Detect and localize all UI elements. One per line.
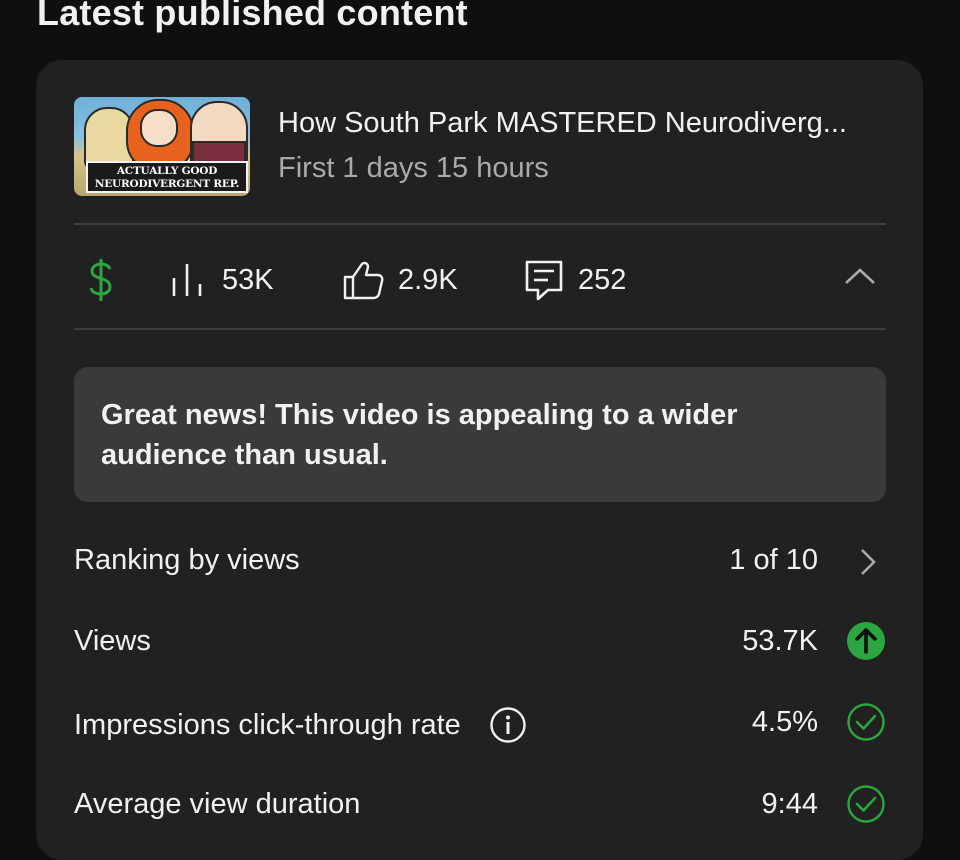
video-row[interactable]: ACTUALLY GOOD NEURODIVERGENT REP. How So… <box>74 97 886 197</box>
metric-value: 53.7K <box>742 625 818 657</box>
arrow-up-circle-icon <box>847 622 885 660</box>
info-icon[interactable] <box>489 706 527 744</box>
likes-stat[interactable]: 2.9K <box>342 250 458 310</box>
bar-chart-icon <box>172 264 202 296</box>
thumbnail-character-face <box>140 109 178 147</box>
section-title: Latest published content <box>37 0 468 33</box>
chevron-up-icon[interactable] <box>844 266 876 286</box>
divider <box>74 328 886 330</box>
divider <box>74 223 886 225</box>
check-circle-icon <box>847 703 885 741</box>
metric-value: 9:44 <box>761 788 818 820</box>
comments-count: 252 <box>578 263 627 296</box>
thumbnail-caption: ACTUALLY GOOD NEURODIVERGENT REP. <box>86 161 248 193</box>
metric-label: Ranking by views <box>74 544 300 576</box>
chevron-right-icon[interactable] <box>858 546 878 578</box>
metric-row-views[interactable]: Views 53.7K <box>74 619 886 669</box>
metric-row-avg-duration[interactable]: Average view duration 9:44 <box>74 782 886 832</box>
video-subtitle: First 1 days 15 hours <box>278 152 549 184</box>
metric-label: Views <box>74 625 151 657</box>
latest-content-card[interactable]: ACTUALLY GOOD NEURODIVERGENT REP. How So… <box>36 60 923 860</box>
stats-row: 53K 2.9K 252 <box>74 250 886 310</box>
metric-label-text: Impressions click-through rate <box>74 708 461 741</box>
dollar-icon <box>89 259 112 301</box>
metric-row-ranking[interactable]: Ranking by views 1 of 10 <box>74 538 886 588</box>
metric-label: Average view duration <box>74 788 361 820</box>
metric-value: 1 of 10 <box>729 544 818 576</box>
comments-stat[interactable]: 252 <box>524 250 626 310</box>
video-thumbnail[interactable]: ACTUALLY GOOD NEURODIVERGENT REP. <box>74 97 250 196</box>
thumbnail-caption-line: NEURODIVERGENT REP. <box>94 178 240 190</box>
views-count: 53K <box>222 263 274 296</box>
views-stat[interactable]: 53K <box>170 250 274 310</box>
check-circle-icon <box>847 785 885 823</box>
monetization-stat[interactable] <box>86 250 116 310</box>
insight-banner: Great news! This video is appealing to a… <box>74 367 886 502</box>
video-title[interactable]: How South Park MASTERED Neurodiverg... <box>278 107 888 140</box>
comment-icon <box>525 260 563 301</box>
thumbs-up-icon <box>343 261 384 300</box>
thumbnail-caption-line: ACTUALLY GOOD <box>116 165 218 177</box>
metric-label: Impressions click-through rate <box>74 706 527 744</box>
insight-banner-text: Great news! This video is appealing to a… <box>101 399 738 471</box>
metric-row-ctr[interactable]: Impressions click-through rate 4.5% <box>74 700 886 750</box>
metric-value: 4.5% <box>751 706 818 738</box>
likes-count: 2.9K <box>398 263 458 296</box>
